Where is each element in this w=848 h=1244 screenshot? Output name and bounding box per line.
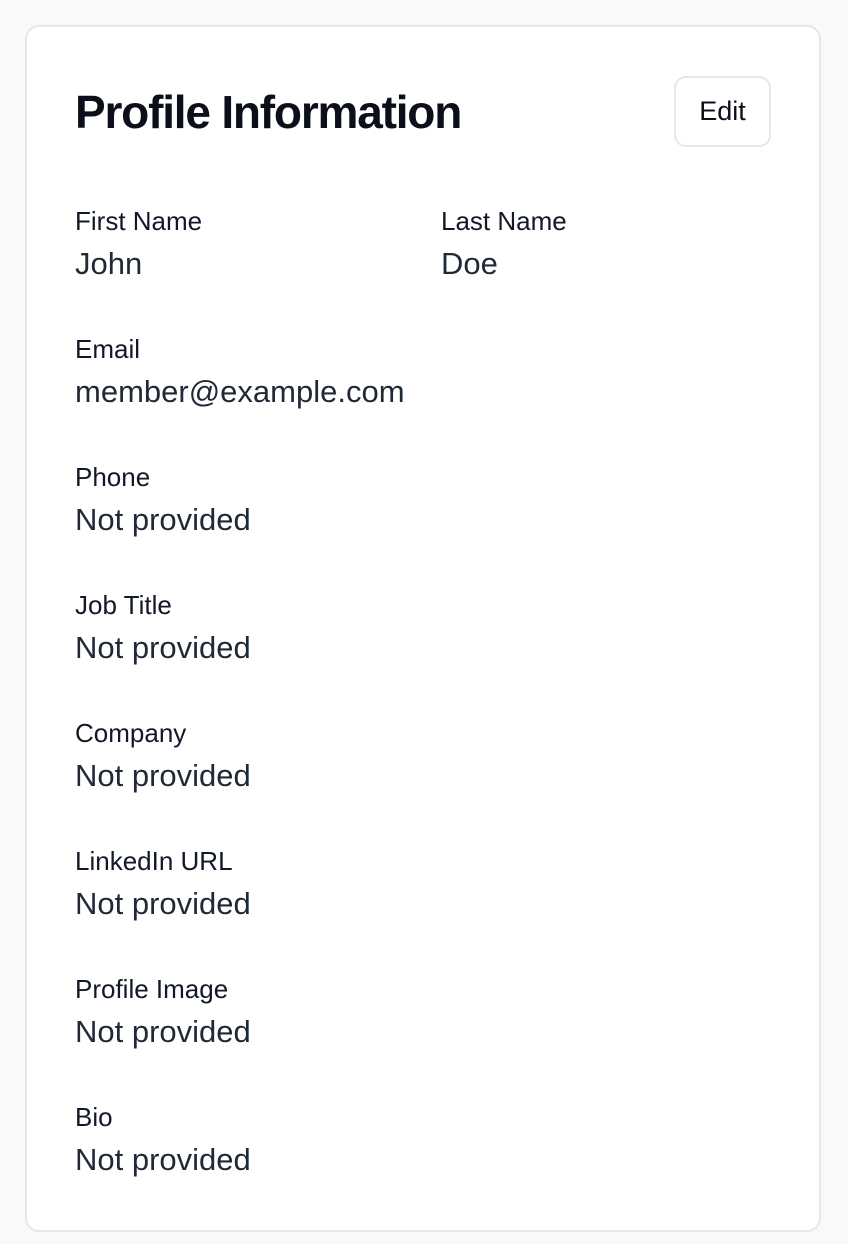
profile-image-label: Profile Image — [75, 974, 229, 1004]
profile-image-value: Not provided — [75, 1014, 251, 1049]
first-name-label: First Name — [75, 206, 203, 236]
first-name-value: John — [75, 246, 143, 281]
phone-label: Phone — [75, 462, 151, 492]
profile-card: Profile Information Edit First Name John… — [25, 25, 821, 1232]
bio-field: Bio Not provided — [75, 1093, 251, 1221]
bio-row: Bio Not provided — [75, 1093, 771, 1221]
company-field: Company Not provided — [75, 709, 251, 837]
profile-image-field: Profile Image Not provided — [75, 965, 251, 1093]
name-row: First Name John Last Name Doe — [75, 197, 771, 325]
phone-field: Phone Not provided — [75, 453, 251, 581]
linkedin-url-label: LinkedIn URL — [75, 846, 233, 876]
job-title-value: Not provided — [75, 630, 251, 665]
card-header: Profile Information Edit — [75, 27, 771, 197]
phone-value: Not provided — [75, 502, 251, 537]
last-name-label: Last Name — [441, 206, 567, 236]
linkedin-url-field: LinkedIn URL Not provided — [75, 837, 251, 965]
bio-value: Not provided — [75, 1142, 251, 1177]
job-title-row: Job Title Not provided — [75, 581, 771, 709]
company-row: Company Not provided — [75, 709, 771, 837]
job-title-field: Job Title Not provided — [75, 581, 251, 709]
email-label: Email — [75, 334, 141, 364]
last-name-value: Doe — [441, 246, 498, 281]
email-row: Email member@example.com — [75, 325, 771, 453]
last-name-field: Last Name Doe — [441, 197, 807, 325]
job-title-label: Job Title — [75, 590, 172, 620]
page-title: Profile Information — [75, 86, 462, 138]
first-name-field: First Name John — [75, 197, 441, 325]
company-value: Not provided — [75, 758, 251, 793]
company-label: Company — [75, 718, 187, 748]
bio-label: Bio — [75, 1102, 113, 1132]
phone-row: Phone Not provided — [75, 453, 771, 581]
profile-image-row: Profile Image Not provided — [75, 965, 771, 1093]
edit-button[interactable]: Edit — [674, 76, 771, 147]
linkedin-url-row: LinkedIn URL Not provided — [75, 837, 771, 965]
email-field: Email member@example.com — [75, 325, 405, 453]
email-value: member@example.com — [75, 374, 405, 409]
linkedin-url-value: Not provided — [75, 886, 251, 921]
